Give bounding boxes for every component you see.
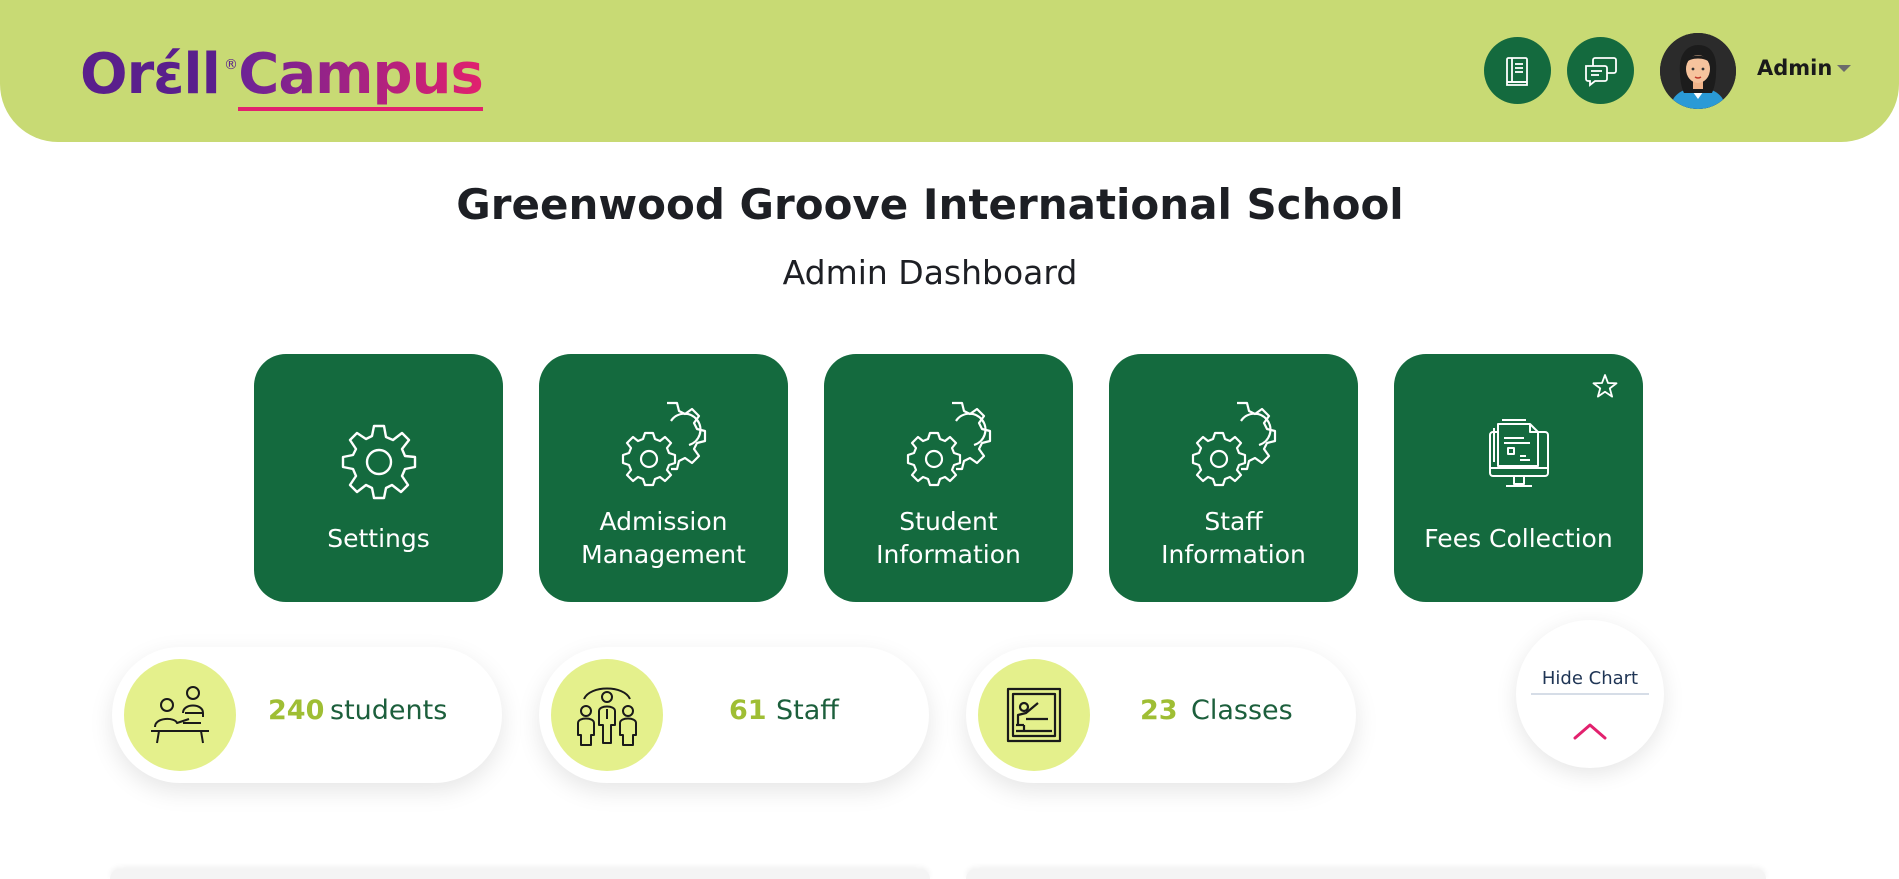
students-icon	[124, 659, 236, 771]
hide-chart-button[interactable]: Hide Chart	[1516, 620, 1664, 768]
book-icon	[1505, 56, 1528, 86]
tile-label: Fees Collection	[1424, 523, 1613, 553]
messages-button[interactable]	[1567, 37, 1634, 104]
classroom-icon	[978, 659, 1090, 771]
staff-icon	[551, 659, 663, 771]
orell-campus-logo[interactable]: Orέll ® Campus	[80, 40, 484, 111]
students-label: students	[330, 695, 448, 726]
tile-fees-collection[interactable]: Fees Collection	[1394, 354, 1643, 602]
hide-chart-label: Hide Chart	[1541, 668, 1639, 689]
students-count: 240	[268, 695, 325, 726]
logo-orell-text: Orέll	[80, 42, 221, 107]
tile-student-information[interactable]: Student Information	[824, 354, 1073, 602]
classes-label: Classes	[1191, 695, 1293, 726]
staff-count: 61	[729, 695, 767, 726]
tile-label: Settings	[327, 523, 430, 553]
divider	[1531, 693, 1649, 695]
chart-panel-top-edge	[966, 869, 1766, 879]
tile-settings[interactable]: Settings	[254, 354, 503, 602]
staff-label: Staff	[776, 695, 839, 726]
stat-card-students: 240 students	[112, 647, 502, 783]
page-title: Admin Dashboard	[782, 253, 1078, 292]
stat-card-staff: 61 Staff	[539, 647, 929, 783]
classes-count: 23	[1140, 695, 1178, 726]
logo-campus-text: Campus	[238, 42, 484, 111]
tile-label: Staff Information	[1161, 507, 1306, 569]
top-header: Orέll ® Campus Admin	[0, 0, 1899, 142]
user-avatar[interactable]	[1660, 33, 1736, 109]
avatar-person-icon	[1660, 33, 1736, 109]
logo-registered-mark: ®	[224, 57, 238, 73]
chevron-up-icon	[1571, 720, 1609, 746]
tile-staff-information[interactable]: Staff Information	[1109, 354, 1358, 602]
tile-label: Student Information	[876, 507, 1021, 569]
chart-panel-top-edge	[110, 869, 930, 879]
chat-icon	[1584, 56, 1617, 87]
school-name: Greenwood Groove International School	[456, 180, 1404, 229]
book-button[interactable]	[1484, 37, 1551, 104]
stat-card-classes: 23 Classes	[966, 647, 1356, 783]
tile-label: Admission Management	[581, 507, 746, 569]
chevron-down-icon[interactable]	[1837, 65, 1851, 72]
tile-admission-management[interactable]: Admission Management	[539, 354, 788, 602]
user-name-menu[interactable]: Admin	[1757, 56, 1832, 80]
